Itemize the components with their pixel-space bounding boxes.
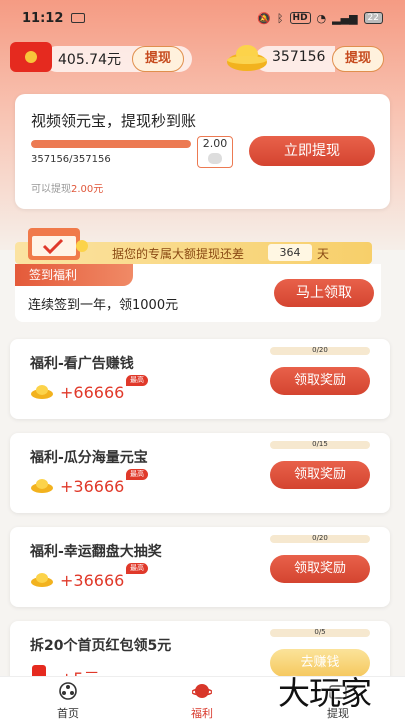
task-title: 拆20个首页红包领5元 <box>30 638 172 654</box>
film-reel-icon <box>59 682 77 700</box>
status-time: 11:12 <box>22 10 64 26</box>
task-reward: +36666 <box>60 571 125 590</box>
task-progress: 0/20 <box>312 534 328 542</box>
days-remaining: 364 <box>268 244 312 261</box>
planet-icon <box>192 684 212 698</box>
gold-ingot-icon <box>31 479 53 493</box>
withdraw-available: 可以提现2.00元 <box>31 184 104 195</box>
withdraw-option-value: 2.00 <box>202 137 228 150</box>
withdraw-progress-bar <box>31 140 191 148</box>
task-reward: +66666 <box>60 383 125 402</box>
days-unit: 天 <box>317 247 330 261</box>
nav-item-welfare[interactable]: 福利 <box>162 677 242 720</box>
sign-claim-button[interactable]: 马上领取 <box>274 279 374 307</box>
gold-ingot-icon <box>31 385 53 399</box>
task-progress: 0/20 <box>312 346 328 354</box>
task-title: 福利-幸运翻盘大抽奖 <box>30 544 162 560</box>
battery-icon: 22 <box>363 12 383 24</box>
task-progress: 0/15 <box>312 440 328 448</box>
withdraw-card-title: 视频领元宝，提现秒到账 <box>31 112 197 130</box>
coin-withdraw-button[interactable]: 提现 <box>332 46 385 72</box>
task-claim-button[interactable]: 领取奖励 <box>270 461 370 489</box>
task-title: 福利-瓜分海量元宝 <box>30 450 148 466</box>
watermark: 大玩家 <box>278 674 372 712</box>
task-claim-button[interactable]: 领取奖励 <box>270 555 370 583</box>
task-card: 福利-瓜分海量元宝 +36666 最高 0/15 领取奖励 <box>10 433 390 513</box>
wallet-withdraw-button[interactable]: 提现 <box>132 46 185 72</box>
wechat-icon <box>208 153 222 164</box>
calendar-icon <box>28 228 88 260</box>
notification-icon <box>71 13 86 23</box>
withdraw-progress-text: 357156/357156 <box>31 154 111 165</box>
hd-icon: HD <box>289 12 311 24</box>
withdraw-now-button[interactable]: 立即提现 <box>249 136 375 166</box>
sign-description: 连续签到一年，领1000元 <box>28 298 179 313</box>
task-progress: 0/5 <box>314 628 326 636</box>
coin-amount: 357156 <box>272 49 326 65</box>
sign-banner-text: 据您的专属大额提现还差 <box>112 247 245 261</box>
nav-item-home[interactable]: 首页 <box>28 677 108 720</box>
status-bar: 11:12 🔕 ᛒ HD ◔ ▂▄▆ 22 <box>0 0 405 36</box>
withdraw-progress-fill <box>31 140 191 148</box>
gold-ingot-icon <box>227 45 267 71</box>
task-claim-button[interactable]: 领取奖励 <box>270 367 370 395</box>
task-card: 福利-看广告赚钱 +66666 最高 0/20 领取奖励 <box>10 339 390 419</box>
task-card: 福利-幸运翻盘大抽奖 +36666 最高 0/20 领取奖励 <box>10 527 390 607</box>
wallet-amount: 405.74元 <box>58 52 121 68</box>
task-badge: 最高 <box>126 469 148 480</box>
task-reward: +36666 <box>60 477 125 496</box>
signal-icon: ▂▄▆ <box>332 11 358 25</box>
withdraw-option[interactable]: 2.00 <box>197 136 233 168</box>
task-badge: 最高 <box>126 563 148 574</box>
nav-label: 首页 <box>57 707 79 720</box>
task-badge: 最高 <box>126 375 148 386</box>
task-title: 福利-看广告赚钱 <box>30 356 134 372</box>
gold-ingot-icon <box>31 573 53 587</box>
red-envelope-icon <box>10 42 52 72</box>
withdraw-card: 视频领元宝，提现秒到账 357156/357156 2.00 可以提现2.00元… <box>15 94 390 209</box>
header: 405.74元 提现 357156 提现 <box>0 36 405 80</box>
wifi-icon: ◔ <box>316 11 327 25</box>
nav-label: 福利 <box>191 707 213 720</box>
bluetooth-icon: ᛒ <box>276 11 284 25</box>
status-icons: 🔕 ᛒ HD ◔ ▂▄▆ 22 <box>257 12 383 25</box>
sign-tab: 签到福利 <box>15 264 133 286</box>
mute-icon: 🔕 <box>257 11 271 25</box>
